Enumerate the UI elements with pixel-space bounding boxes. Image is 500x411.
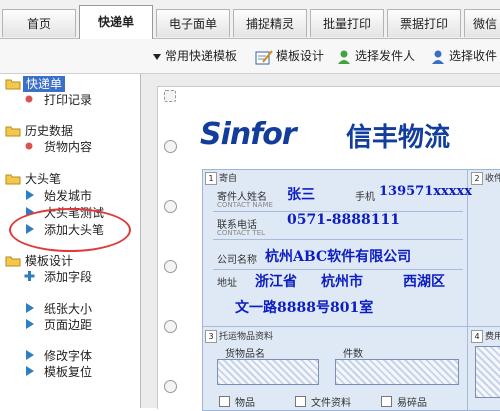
divider: [467, 326, 468, 410]
tab-express-waybill[interactable]: 快递单: [79, 5, 153, 39]
record-dot-icon: [25, 95, 33, 103]
fee-field[interactable]: [475, 346, 500, 398]
arrow-right-icon: [26, 350, 34, 360]
design-canvas: Sinfor 信丰物流 1 寄自 2 收件 寄件人姓名 CONTACT NAME…: [141, 74, 500, 411]
tab-batch-print[interactable]: 批量打印: [310, 9, 384, 37]
phone-value[interactable]: 0571-8888111: [287, 212, 400, 228]
sidebar-tree: 快递单 打印记录 历史数据 货物内容 大头笔 始发城市 大头笔测试 添加大头笔 …: [0, 74, 141, 408]
company-value[interactable]: 杭州ABC软件有限公司: [265, 246, 411, 266]
section-number: 1: [205, 172, 217, 185]
common-templates-dropdown[interactable]: 常用快递模板: [152, 39, 237, 73]
section-divider: [203, 326, 500, 327]
mobile-value[interactable]: 139571xxxxx: [379, 184, 472, 199]
template-design-button[interactable]: 模板设计: [255, 39, 324, 73]
section-number: 3: [205, 330, 217, 343]
section-to-label: 收件: [485, 174, 500, 184]
section-number: 2: [471, 172, 483, 185]
fragile-checkbox[interactable]: [381, 396, 392, 407]
folder-icon: [5, 256, 21, 267]
toolbar: 常用快递模板 模板设计 选择发件人 选择收件: [0, 39, 500, 74]
template-design-label: 模板设计: [276, 49, 325, 63]
street-value[interactable]: 文一路8888号801室: [235, 297, 373, 317]
fragile-label: 易碎品: [397, 398, 427, 409]
section-number: 4: [471, 330, 483, 343]
sender-name-sublabel: CONTACT NAME: [217, 201, 273, 209]
brand-logo-en: Sinfor: [200, 117, 297, 152]
receiver-user-icon: [432, 50, 444, 64]
count-label: 件数: [343, 349, 363, 360]
sender-name-value[interactable]: 张三: [287, 184, 315, 204]
arrow-right-icon: [26, 319, 34, 329]
row-line: [213, 239, 463, 240]
sender-user-icon: [338, 50, 350, 64]
docs-checkbox[interactable]: [295, 396, 306, 407]
waybill-paper: Sinfor 信丰物流 1 寄自 2 收件 寄件人姓名 CONTACT NAME…: [157, 86, 500, 411]
mobile-label: 手机: [355, 192, 375, 203]
select-sender-label: 选择发件人: [355, 49, 416, 63]
select-sender-button[interactable]: 选择发件人: [336, 39, 415, 73]
section-from-label: 寄自: [219, 174, 238, 184]
dropdown-triangle-icon: [153, 53, 161, 60]
company-label: 公司名称: [217, 255, 257, 266]
section-fee-label: 费用: [485, 332, 500, 342]
select-receiver-button[interactable]: 选择收件: [430, 39, 497, 73]
tab-home[interactable]: 首页: [2, 9, 76, 37]
arrow-right-icon: [26, 366, 34, 376]
docs-label: 文件资料: [311, 398, 351, 409]
count-field[interactable]: [335, 359, 459, 385]
folder-icon: [5, 174, 21, 185]
brand-logo-cn: 信丰物流: [346, 123, 451, 153]
plus-icon: [24, 271, 35, 281]
address-label: 地址: [217, 278, 237, 289]
section-goods-label: 托运物品资料: [219, 332, 274, 342]
goods-name-label: 货物品名: [225, 349, 265, 360]
folder-icon: [5, 126, 21, 137]
phone-sublabel: CONTACT TEL: [217, 229, 266, 237]
corner-marker: [164, 90, 176, 102]
template-design-icon: [255, 49, 273, 64]
waybill-form: 1 寄自 2 收件 寄件人姓名 CONTACT NAME 张三 手机 13957…: [202, 169, 500, 411]
city-value[interactable]: 杭州市: [321, 271, 363, 291]
arrow-right-icon: [26, 190, 34, 200]
row-line: [213, 269, 463, 270]
tab-e-waybill[interactable]: 电子面单: [156, 9, 230, 37]
items-label: 物品: [235, 398, 255, 409]
items-checkbox[interactable]: [219, 396, 230, 407]
goods-name-field[interactable]: [217, 359, 319, 385]
arrow-right-icon: [26, 303, 34, 313]
record-dot-icon: [25, 142, 33, 150]
folder-open-icon: [5, 79, 21, 90]
common-templates-label: 常用快递模板: [165, 49, 238, 63]
tab-capture-sprite[interactable]: 捕捉精灵: [233, 9, 307, 37]
tab-receipt-print[interactable]: 票据打印: [387, 9, 461, 37]
sprocket-hole: [164, 140, 177, 153]
sprocket-hole: [164, 260, 177, 273]
tab-bar: 首页 快递单 电子面单 捕捉精灵 批量打印 票据打印 微信: [0, 0, 500, 39]
highlight-ellipse: [9, 208, 131, 252]
province-value[interactable]: 浙江省: [255, 271, 297, 291]
sprocket-hole: [164, 200, 177, 213]
sprocket-hole: [164, 320, 177, 333]
tab-wechat[interactable]: 微信: [464, 9, 500, 37]
sprocket-hole: [164, 380, 177, 393]
district-value[interactable]: 西湖区: [403, 271, 445, 291]
select-receiver-label: 选择收件: [449, 49, 498, 63]
